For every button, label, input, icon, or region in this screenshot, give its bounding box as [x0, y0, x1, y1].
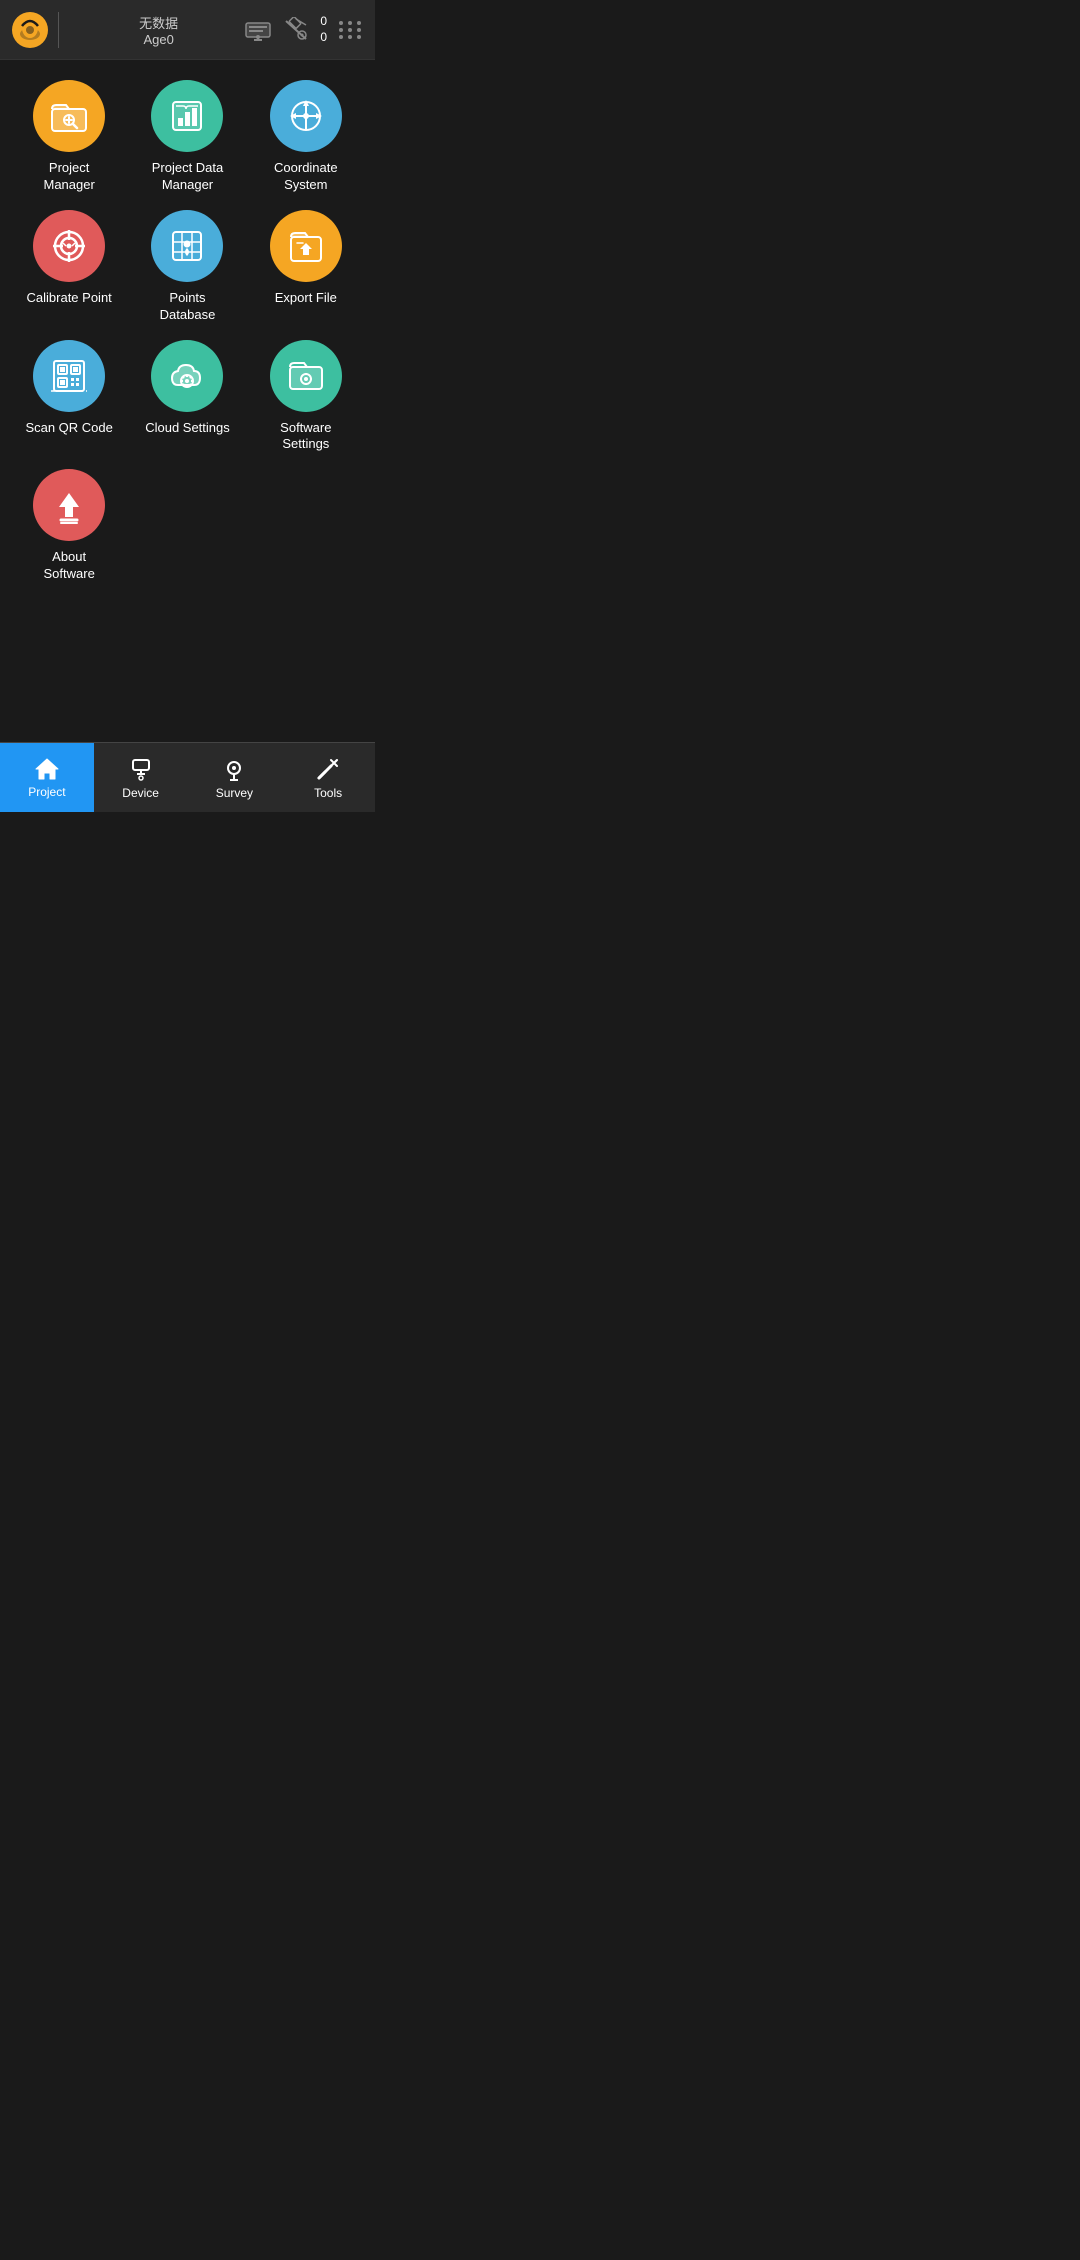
software-settings-label: SoftwareSettings	[280, 420, 331, 454]
calibrate-point-icon-circle	[33, 210, 105, 282]
points-database-item[interactable]: PointsDatabase	[132, 210, 242, 324]
status-numbers: 0 0	[320, 14, 327, 45]
export-file-label: Export File	[275, 290, 337, 307]
coordinate-system-item[interactable]: CoordinateSystem	[251, 80, 361, 194]
connection-icon	[244, 19, 272, 41]
settings-folder-icon	[286, 357, 326, 395]
coordinate-system-label: CoordinateSystem	[274, 160, 338, 194]
about-software-item[interactable]: AboutSoftware	[14, 469, 124, 583]
app-logo	[12, 12, 48, 48]
no-data-label: 无数据	[73, 13, 244, 32]
device-icon	[128, 756, 154, 782]
nav-tools[interactable]: Tools	[281, 743, 375, 812]
nav-tools-label: Tools	[314, 786, 342, 800]
cloud-settings-item[interactable]: Cloud Settings	[132, 340, 242, 454]
chart-icon	[169, 98, 205, 134]
map-icon	[167, 226, 207, 266]
satellite-icon	[282, 17, 310, 43]
icon-grid: ProjectManager Project DataManager	[10, 80, 365, 583]
age-label: Age0	[73, 32, 244, 47]
coordinate-icon	[286, 96, 326, 136]
cloud-settings-icon-circle	[151, 340, 223, 412]
nav-device[interactable]: Device	[94, 743, 188, 812]
project-data-manager-item[interactable]: Project DataManager	[132, 80, 242, 194]
software-settings-item[interactable]: SoftwareSettings	[251, 340, 361, 454]
software-settings-icon-circle	[270, 340, 342, 412]
about-software-icon-circle	[33, 469, 105, 541]
nav-device-label: Device	[122, 786, 159, 800]
upload-icon	[49, 485, 89, 525]
qr-icon	[49, 357, 89, 395]
main-content: ProjectManager Project DataManager	[0, 60, 375, 742]
scan-qr-code-label: Scan QR Code	[25, 420, 112, 437]
survey-icon	[221, 756, 247, 782]
header-icons: 0 0	[244, 14, 363, 45]
grid-icon[interactable]	[337, 19, 363, 41]
project-manager-item[interactable]: ProjectManager	[14, 80, 124, 194]
status-top: 0	[320, 14, 327, 30]
about-software-label: AboutSoftware	[44, 549, 95, 583]
status-bottom: 0	[320, 30, 327, 46]
nav-survey[interactable]: Survey	[188, 743, 282, 812]
nav-project[interactable]: Project	[0, 743, 94, 812]
project-manager-icon-circle	[33, 80, 105, 152]
export-file-icon-circle	[270, 210, 342, 282]
header: 无数据 Age0 0 0	[0, 0, 375, 60]
tools-icon	[315, 756, 341, 782]
project-manager-label: ProjectManager	[44, 160, 95, 194]
export-file-item[interactable]: Export File	[251, 210, 361, 324]
calibrate-point-label: Calibrate Point	[27, 290, 112, 307]
nav-survey-label: Survey	[216, 786, 253, 800]
scan-qr-code-item[interactable]: Scan QR Code	[14, 340, 124, 454]
home-icon	[34, 757, 60, 781]
coordinate-system-icon-circle	[270, 80, 342, 152]
nav-project-label: Project	[28, 785, 65, 799]
bottom-nav: Project Device Survey Tools	[0, 742, 375, 812]
cloud-settings-label: Cloud Settings	[145, 420, 230, 437]
project-data-manager-icon-circle	[151, 80, 223, 152]
cloud-settings-icon	[166, 357, 208, 395]
header-divider	[58, 12, 59, 48]
folder-icon	[50, 99, 88, 133]
header-center: 无数据 Age0	[73, 13, 244, 47]
points-database-icon-circle	[151, 210, 223, 282]
export-icon	[287, 227, 325, 265]
project-data-manager-label: Project DataManager	[152, 160, 224, 194]
calibrate-point-item[interactable]: Calibrate Point	[14, 210, 124, 324]
target-icon	[49, 226, 89, 266]
points-database-label: PointsDatabase	[160, 290, 216, 324]
scan-qr-code-icon-circle	[33, 340, 105, 412]
